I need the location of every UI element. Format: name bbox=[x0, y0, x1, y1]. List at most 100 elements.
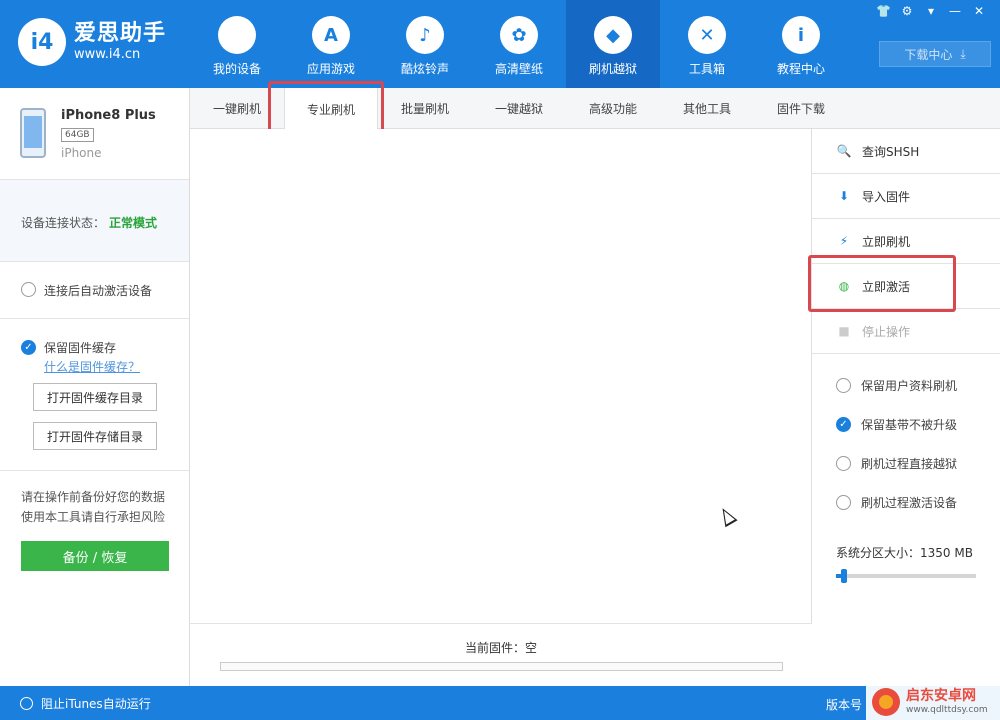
what-is-cache-link[interactable]: 什么是固件缓存？ bbox=[44, 358, 189, 375]
action-label: 立即激活 bbox=[862, 279, 911, 294]
app-store-icon: A bbox=[312, 16, 350, 54]
app-logo: i4 爱思助手 www.i4.cn bbox=[18, 18, 166, 66]
block-itunes-label: 阻止iTunes自动运行 bbox=[41, 697, 151, 711]
tab-2[interactable]: 批量刷机 bbox=[378, 88, 472, 129]
action-panel: 🔍 查询SHSH ⬇ 导入固件 ⚡ 立即刷机 ◍ 立即激活 ■ 停止操作 保留用户资料刷机 ✓ 保留基… bbox=[812, 129, 1000, 686]
nav-item-0[interactable]: 我的设备 bbox=[190, 0, 284, 88]
nav-item-3[interactable]: ✿ 高清壁纸 bbox=[472, 0, 566, 88]
device-name: iPhone8 Plus bbox=[61, 108, 156, 123]
nav-item-6[interactable]: i 教程中心 bbox=[754, 0, 848, 88]
info-icon: i bbox=[782, 16, 820, 54]
gear-icon[interactable]: ⚙ bbox=[900, 4, 914, 18]
auto-activate-label: 连接后自动激活设备 bbox=[44, 284, 153, 298]
risk-warning: 请在操作前备份好您的数据 使用本工具请自行承担风险 bbox=[0, 471, 189, 527]
nav-item-2[interactable]: ♪ 酷炫铃声 bbox=[378, 0, 472, 88]
nav-item-label: 我的设备 bbox=[212, 62, 261, 76]
action-4[interactable]: ■ 停止操作 bbox=[812, 309, 1000, 354]
nav-item-5[interactable]: ✕ 工具箱 bbox=[660, 0, 754, 88]
watermark-url: www.qdlttdsy.com bbox=[906, 705, 988, 715]
backup-restore-button[interactable]: 备份 / 恢复 bbox=[21, 541, 169, 571]
partition-slider[interactable] bbox=[836, 569, 976, 583]
bell-icon: ♪ bbox=[406, 16, 444, 54]
action-2[interactable]: ⚡ 立即刷机 bbox=[812, 219, 1000, 264]
open-cache-dir-button[interactable]: 打开固件缓存目录 bbox=[33, 383, 157, 411]
radio-icon[interactable] bbox=[836, 495, 851, 510]
watermark-logo-icon bbox=[872, 688, 900, 716]
action-label: 停止操作 bbox=[862, 324, 911, 339]
tools-icon: ✕ bbox=[688, 16, 726, 54]
flash-option-3[interactable]: 刷机过程激活设备 bbox=[812, 483, 1000, 522]
tab-4[interactable]: 高级功能 bbox=[566, 88, 660, 129]
open-store-dir-button[interactable]: 打开固件存储目录 bbox=[33, 422, 157, 450]
slider-handle[interactable] bbox=[841, 569, 848, 583]
nav-item-4[interactable]: ◆ 刷机越狱 bbox=[566, 0, 660, 88]
device-model: iPhone bbox=[61, 146, 102, 160]
tab-5[interactable]: 其他工具 bbox=[660, 88, 754, 129]
flash-option-1[interactable]: ✓ 保留基带不被升级 bbox=[812, 405, 1000, 444]
flash-option-2[interactable]: 刷机过程直接越狱 bbox=[812, 444, 1000, 483]
download-icon: ⤓ bbox=[960, 46, 966, 61]
device-capacity: 64GB bbox=[61, 128, 94, 142]
device-info: iPhone8 Plus 64GB iPhone bbox=[0, 88, 189, 180]
flash-tabs: 一键刷机 专业刷机 批量刷机 一键越狱 高级功能 其他工具 固件下载 bbox=[190, 88, 1000, 130]
action-0[interactable]: 🔍 查询SHSH bbox=[812, 129, 1000, 174]
download-center-label: 下载中心 bbox=[904, 47, 953, 62]
firmware-list-area: 当前固件：空 bbox=[190, 129, 812, 686]
action-label: 导入固件 bbox=[862, 189, 911, 204]
nav-item-1[interactable]: A 应用游戏 bbox=[284, 0, 378, 88]
version-label: 版本号 bbox=[826, 698, 863, 712]
block-itunes-option[interactable]: 阻止iTunes自动运行 bbox=[20, 695, 151, 712]
flash-option-label: 刷机过程激活设备 bbox=[861, 496, 958, 510]
firmware-cache-section: ✓ 保留固件缓存 什么是固件缓存？ 打开固件缓存目录 打开固件存储目录 bbox=[0, 319, 189, 471]
flash-option-label: 保留基带不被升级 bbox=[861, 418, 958, 432]
main-nav: 我的设备 A 应用游戏 ♪ 酷炫铃声 ✿ 高清壁纸 ◆ 刷机越狱 ✕ 工具箱 i 教程中心 bbox=[190, 0, 848, 88]
menu-icon[interactable]: ▾ bbox=[924, 4, 938, 18]
minimize-icon[interactable]: — bbox=[948, 4, 962, 18]
shirt-icon[interactable]: 👕 bbox=[876, 4, 891, 18]
warning-line-1: 请在操作前备份好您的数据 bbox=[21, 490, 166, 504]
connection-status: 设备连接状态： 正常模式 bbox=[0, 180, 189, 262]
tab-0[interactable]: 一键刷机 bbox=[190, 88, 284, 129]
radio-icon[interactable] bbox=[836, 456, 851, 471]
flash-icon: ⚡ bbox=[839, 234, 849, 248]
tab-6[interactable]: 固件下载 bbox=[754, 88, 848, 129]
flash-option-label: 保留用户资料刷机 bbox=[861, 379, 958, 393]
action-3[interactable]: ◍ 立即激活 bbox=[812, 264, 1000, 309]
keep-cache-label: 保留固件缓存 bbox=[44, 341, 117, 355]
radio-icon[interactable] bbox=[836, 378, 851, 393]
radio-icon[interactable] bbox=[20, 697, 33, 710]
warning-line-2: 使用本工具请自行承担风险 bbox=[21, 510, 166, 524]
phone-icon bbox=[20, 108, 46, 158]
import-icon: ⬇ bbox=[838, 189, 850, 203]
title-bar: i4 爱思助手 www.i4.cn 我的设备 A 应用游戏 ♪ 酷炫铃声 ✿ 高清壁纸 ◆ 刷机… bbox=[0, 0, 1000, 88]
checked-icon[interactable]: ✓ bbox=[21, 340, 36, 355]
watermark: 启东安卓网 www.qdlttdsy.com bbox=[866, 684, 1000, 720]
close-icon[interactable]: ✕ bbox=[972, 4, 986, 18]
nav-item-label: 高清壁纸 bbox=[494, 62, 543, 76]
flash-option-0[interactable]: 保留用户资料刷机 bbox=[812, 366, 1000, 405]
nav-item-label: 酷炫铃声 bbox=[400, 62, 449, 76]
connection-value: 正常模式 bbox=[109, 216, 158, 230]
checked-icon[interactable]: ✓ bbox=[836, 417, 851, 432]
radio-icon[interactable] bbox=[21, 282, 36, 297]
i4-logo-icon: i4 bbox=[18, 18, 66, 66]
nav-item-label: 工具箱 bbox=[688, 62, 725, 76]
action-1[interactable]: ⬇ 导入固件 bbox=[812, 174, 1000, 219]
partition-size-label: 系统分区大小：1350 MB bbox=[836, 546, 973, 560]
nav-item-label: 教程中心 bbox=[776, 62, 825, 76]
flash-option-label: 刷机过程直接越狱 bbox=[861, 457, 958, 471]
apple-icon bbox=[218, 16, 256, 54]
watermark-name: 启东安卓网 bbox=[906, 688, 976, 704]
tab-1[interactable]: 专业刷机 bbox=[284, 88, 378, 130]
action-label: 立即刷机 bbox=[862, 234, 911, 249]
connection-label: 设备连接状态： bbox=[21, 216, 106, 230]
tab-3[interactable]: 一键越狱 bbox=[472, 88, 566, 129]
window-controls: 👕 ⚙ ▾ — ✕ bbox=[876, 4, 986, 18]
auto-activate-option[interactable]: 连接后自动激活设备 bbox=[0, 262, 189, 319]
current-firmware-label: 当前固件：空 bbox=[464, 641, 537, 655]
keep-cache-option[interactable]: ✓ 保留固件缓存 bbox=[21, 339, 189, 356]
globe-icon: ◍ bbox=[838, 279, 850, 293]
download-center-button[interactable]: 下载中心 ⤓ bbox=[879, 41, 991, 67]
flash-options: 保留用户资料刷机 ✓ 保留基带不被升级 刷机过程直接越狱 刷机过程激活设备 bbox=[812, 354, 1000, 522]
app-name: 爱思助手 bbox=[74, 21, 167, 46]
